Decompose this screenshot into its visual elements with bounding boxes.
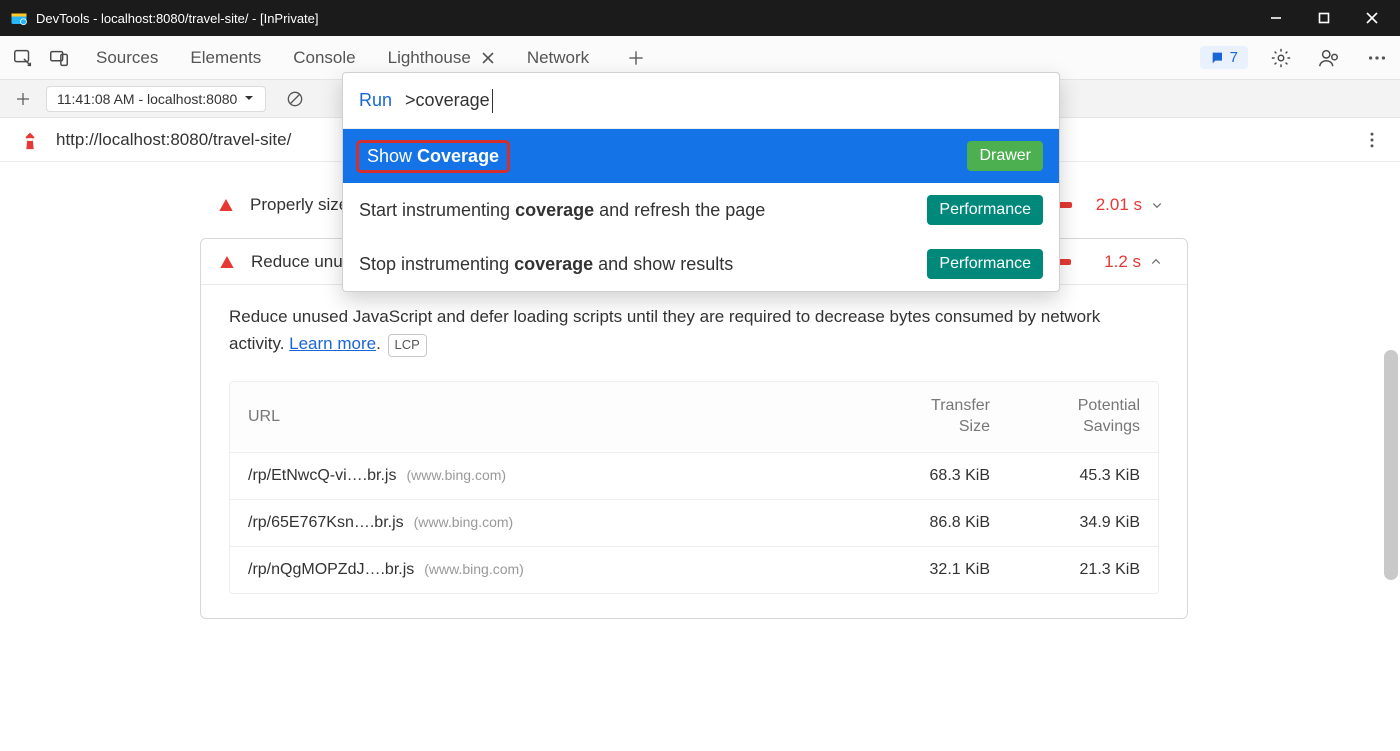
tab-elements[interactable]: Elements xyxy=(188,48,263,68)
report-selector[interactable]: 11:41:08 AM - localhost:8080 xyxy=(46,86,266,112)
issues-count: 7 xyxy=(1230,49,1238,66)
window-minimize-button[interactable] xyxy=(1252,0,1300,36)
opt-pre: Start instrumenting xyxy=(359,200,515,220)
command-option-show-coverage[interactable]: Show Coverage Drawer xyxy=(343,129,1059,183)
cell-host: (www.bing.com) xyxy=(414,514,514,530)
devtools-app-icon xyxy=(8,7,30,29)
cell-host: (www.bing.com) xyxy=(406,467,506,483)
window-titlebar: DevTools - localhost:8080/travel-site/ -… xyxy=(0,0,1400,36)
more-menu-icon[interactable] xyxy=(1362,43,1392,73)
audit-time: 2.01 s xyxy=(1086,195,1142,215)
cell-size: 32.1 KiB xyxy=(850,561,990,579)
th-savings-l1: Potential xyxy=(990,396,1140,417)
th-transfer-l1: Transfer xyxy=(850,396,990,417)
cell-path: /rp/EtNwcQ-vi….br.js xyxy=(248,467,396,485)
chevron-down-icon xyxy=(243,91,255,107)
text-caret xyxy=(492,89,493,113)
account-icon[interactable] xyxy=(1314,43,1344,73)
window-maximize-button[interactable] xyxy=(1300,0,1348,36)
opt-bold: Coverage xyxy=(417,146,499,166)
th-savings-l2: Savings xyxy=(990,417,1140,438)
panel-tabs: Sources Elements Console Lighthouse Netw… xyxy=(94,48,591,68)
settings-gear-icon[interactable] xyxy=(1266,43,1296,73)
command-option-stop-coverage[interactable]: Stop instrumenting coverage and show res… xyxy=(343,237,1059,291)
audit-card-reduce-unused: Reduce unu 1.2 s Reduce unused JavaScrip… xyxy=(200,238,1188,619)
window-close-button[interactable] xyxy=(1348,0,1396,36)
cell-size: 68.3 KiB xyxy=(850,467,990,485)
opt-post: and refresh the page xyxy=(594,200,765,220)
lcp-badge: LCP xyxy=(388,334,427,357)
warning-triangle-icon xyxy=(217,254,237,270)
new-report-icon[interactable] xyxy=(10,86,36,112)
cell-host: (www.bing.com) xyxy=(424,561,524,577)
th-transfer-size: Transfer Size xyxy=(850,396,990,438)
opt-pre: Stop instrumenting xyxy=(359,254,514,274)
th-potential-savings: Potential Savings xyxy=(990,396,1140,438)
add-tab-icon[interactable] xyxy=(621,43,651,73)
table-header-row: URL Transfer Size Potential Savings xyxy=(230,382,1158,452)
opt-post: and show results xyxy=(593,254,733,274)
inspect-element-icon[interactable] xyxy=(8,43,38,73)
tab-lighthouse-label: Lighthouse xyxy=(388,48,471,68)
report-selector-label: 11:41:08 AM - localhost:8080 xyxy=(57,91,237,107)
tab-console[interactable]: Console xyxy=(291,48,357,68)
badge-performance: Performance xyxy=(927,195,1043,225)
th-url: URL xyxy=(248,408,850,426)
chevron-down-icon xyxy=(1142,196,1172,214)
device-toolbar-icon[interactable] xyxy=(44,43,74,73)
vertical-scrollbar[interactable] xyxy=(1384,350,1398,580)
badge-drawer: Drawer xyxy=(967,141,1043,171)
tab-network[interactable]: Network xyxy=(525,48,591,68)
tab-sources[interactable]: Sources xyxy=(94,48,160,68)
opt-bold: coverage xyxy=(515,200,594,220)
audit-table: URL Transfer Size Potential Savings /rp/… xyxy=(229,381,1159,594)
window-title: DevTools - localhost:8080/travel-site/ -… xyxy=(36,11,319,26)
report-more-icon[interactable] xyxy=(1358,126,1386,154)
tab-lighthouse[interactable]: Lighthouse xyxy=(386,48,497,68)
opt-bold: coverage xyxy=(514,254,593,274)
table-row[interactable]: /rp/nQgMOPZdJ….br.js (www.bing.com) 32.1 … xyxy=(230,546,1158,593)
audit-time: 1.2 s xyxy=(1085,252,1141,272)
audit-description: Reduce unused JavaScript and defer loadi… xyxy=(201,285,1187,363)
cell-savings: 34.9 KiB xyxy=(990,514,1140,532)
warning-triangle-icon xyxy=(216,197,236,213)
cell-path: /rp/nQgMOPZdJ….br.js xyxy=(248,561,414,579)
learn-more-link[interactable]: Learn more xyxy=(289,334,376,353)
command-input[interactable]: Run >coverage xyxy=(343,73,1059,129)
cell-savings: 21.3 KiB xyxy=(990,561,1140,579)
opt-pre: Show xyxy=(367,146,417,166)
table-row[interactable]: /rp/EtNwcQ-vi….br.js (www.bing.com) 68.3 … xyxy=(230,452,1158,499)
th-transfer-l2: Size xyxy=(850,417,990,438)
option-highlight-box: Show Coverage xyxy=(359,143,507,170)
lighthouse-icon xyxy=(18,128,42,152)
close-icon[interactable] xyxy=(481,51,495,65)
run-prefix: Run xyxy=(359,90,392,111)
badge-performance: Performance xyxy=(927,249,1043,279)
cell-path: /rp/65E767Ksn….br.js xyxy=(248,514,404,532)
chevron-up-icon xyxy=(1141,253,1171,271)
command-query-text: >coverage xyxy=(405,90,490,111)
issues-counter[interactable]: 7 xyxy=(1200,46,1248,69)
cell-size: 86.8 KiB xyxy=(850,514,990,532)
command-option-start-coverage[interactable]: Start instrumenting coverage and refresh… xyxy=(343,183,1059,237)
clear-icon[interactable] xyxy=(282,86,308,112)
cell-savings: 45.3 KiB xyxy=(990,467,1140,485)
command-palette: Run >coverage Show Coverage Drawer Start… xyxy=(342,72,1060,292)
period: . xyxy=(376,334,385,353)
command-query: >coverage xyxy=(405,89,493,113)
table-row[interactable]: /rp/65E767Ksn….br.js (www.bing.com) 86.8 … xyxy=(230,499,1158,546)
